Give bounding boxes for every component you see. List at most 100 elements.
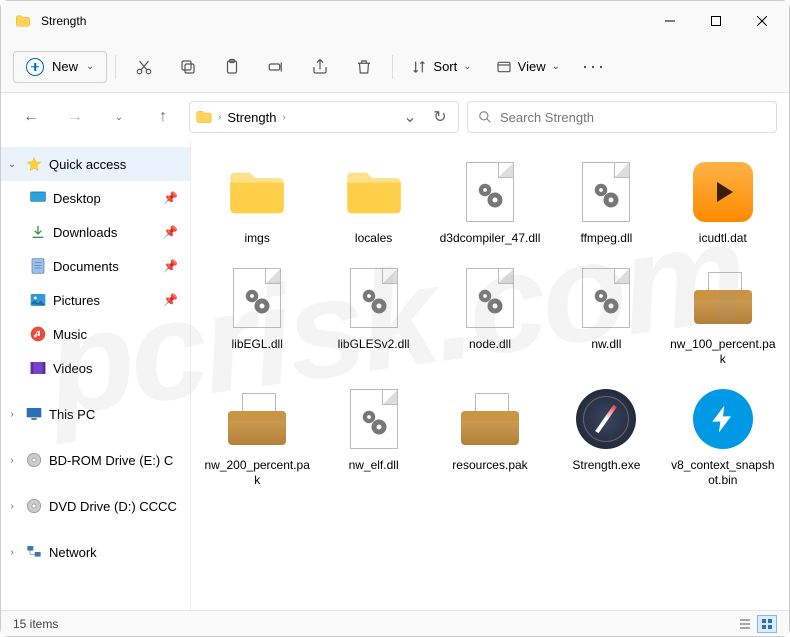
forward-button[interactable]: →	[57, 99, 93, 135]
file-name: locales	[355, 231, 392, 247]
sidebar-desktop[interactable]: Desktop📌	[1, 181, 190, 215]
maximize-button[interactable]	[693, 5, 739, 37]
sidebar-network[interactable]: › Network	[1, 535, 190, 569]
sort-label: Sort	[433, 59, 457, 74]
exe-file-icon	[576, 389, 636, 449]
sidebar-dvd-drive[interactable]: ›DVD Drive (D:) CCCC	[1, 489, 190, 523]
pak-file-icon	[694, 272, 752, 324]
file-item-dll[interactable]: nw_elf.dll	[317, 382, 429, 493]
sidebar-pictures[interactable]: Pictures📌	[1, 283, 190, 317]
address-dropdown[interactable]: ⌄	[398, 99, 422, 135]
sidebar-label: Documents	[53, 259, 157, 274]
disc-icon	[25, 451, 43, 469]
music-icon	[29, 325, 47, 343]
sort-icon	[411, 59, 427, 75]
refresh-button[interactable]: ↻	[428, 99, 452, 135]
pin-icon: 📌	[163, 225, 178, 239]
new-button[interactable]: New ⌄	[13, 51, 107, 83]
view-label: View	[518, 59, 546, 74]
pin-icon: 📌	[163, 259, 178, 273]
chevron-right-icon: ›	[5, 547, 19, 558]
file-item-dll[interactable]: node.dll	[434, 261, 546, 372]
file-item-dll[interactable]: ffmpeg.dll	[550, 155, 662, 251]
file-item-dll[interactable]: nw.dll	[550, 261, 662, 372]
file-name: libEGL.dll	[232, 337, 283, 353]
sidebar-videos[interactable]: Videos	[1, 351, 190, 385]
sidebar-downloads[interactable]: Downloads 📌	[1, 215, 190, 249]
file-name: node.dll	[469, 337, 511, 353]
sidebar-label: Network	[49, 545, 182, 560]
sidebar-documents[interactable]: Documents 📌	[1, 249, 190, 283]
sidebar-bd-drive[interactable]: ›BD-ROM Drive (E:) C	[1, 443, 190, 477]
copy-button[interactable]	[168, 49, 208, 85]
file-name: icudtl.dat	[699, 231, 747, 247]
chevron-right-icon: ›	[283, 112, 286, 123]
file-item-bin[interactable]: v8_context_snapshot.bin	[667, 382, 779, 493]
file-name: nw_100_percent.pak	[669, 337, 777, 368]
folder-icon	[196, 110, 212, 124]
minimize-button[interactable]	[647, 5, 693, 37]
file-item-pak[interactable]: nw_100_percent.pak	[667, 261, 779, 372]
pak-file-icon	[228, 393, 286, 445]
titlebar: Strength	[1, 1, 789, 41]
chevron-down-icon: ⌄	[463, 61, 471, 72]
file-item-dll[interactable]: libGLESv2.dll	[317, 261, 429, 372]
chevron-down-icon: ⌄	[5, 159, 19, 170]
sidebar-music[interactable]: Music	[1, 317, 190, 351]
file-name: resources.pak	[452, 458, 527, 474]
search-icon	[478, 110, 492, 124]
toolbar: New ⌄ Sort ⌄ View ⌄ ···	[1, 41, 789, 93]
back-button[interactable]: ←	[13, 99, 49, 135]
file-name: Strength.exe	[572, 458, 640, 474]
sidebar-label: Downloads	[53, 225, 157, 240]
file-item-dll[interactable]: libEGL.dll	[201, 261, 313, 372]
share-button[interactable]	[300, 49, 340, 85]
search-placeholder: Search Strength	[500, 110, 594, 125]
separator	[392, 55, 393, 79]
sidebar-label: Desktop	[53, 191, 157, 206]
up-button[interactable]: ↑	[145, 99, 181, 135]
plus-icon	[26, 58, 44, 76]
breadcrumb[interactable]: Strength	[227, 110, 276, 125]
file-list: imgs locales d3dcompiler_47.dll ffmpeg.d…	[191, 141, 789, 610]
paste-button[interactable]	[212, 49, 252, 85]
sort-button[interactable]: Sort ⌄	[401, 53, 481, 81]
sidebar-label: Music	[53, 327, 182, 342]
view-button[interactable]: View ⌄	[486, 53, 570, 81]
address-bar[interactable]: › Strength › ⌄ ↻	[189, 101, 459, 133]
dll-file-icon	[233, 268, 281, 328]
cut-button[interactable]	[124, 49, 164, 85]
chevron-right-icon: ›	[5, 501, 19, 512]
pc-icon	[25, 405, 43, 423]
file-item-pak[interactable]: nw_200_percent.pak	[201, 382, 313, 493]
search-box[interactable]: Search Strength	[467, 101, 777, 133]
dll-file-icon	[582, 162, 630, 222]
file-item-dat[interactable]: icudtl.dat	[667, 155, 779, 251]
file-item-folder[interactable]: imgs	[201, 155, 313, 251]
details-view-button[interactable]	[735, 615, 755, 633]
sidebar-label: Pictures	[53, 293, 157, 308]
sidebar-quick-access[interactable]: ⌄ Quick access	[1, 147, 190, 181]
star-icon	[25, 155, 43, 173]
sidebar-this-pc[interactable]: ›This PC	[1, 397, 190, 431]
rename-button[interactable]	[256, 49, 296, 85]
file-item-exe[interactable]: Strength.exe	[550, 382, 662, 493]
icons-view-button[interactable]	[757, 615, 777, 633]
close-button[interactable]	[739, 5, 785, 37]
chevron-down-icon: ⌄	[552, 61, 560, 72]
more-button[interactable]: ···	[574, 49, 614, 85]
chevron-right-icon: ›	[5, 455, 19, 466]
sidebar: ⌄ Quick access Desktop📌 Downloads📌 Docum…	[1, 141, 191, 610]
explorer-window: Strength New ⌄ Sort ⌄ View ⌄	[0, 0, 790, 637]
new-label: New	[52, 59, 78, 74]
file-name: imgs	[245, 231, 270, 247]
desktop-icon	[29, 189, 47, 207]
file-item-pak[interactable]: resources.pak	[434, 382, 546, 493]
file-item-folder[interactable]: locales	[317, 155, 429, 251]
downloads-icon	[29, 223, 47, 241]
sidebar-label: Quick access	[49, 157, 182, 172]
delete-button[interactable]	[344, 49, 384, 85]
recent-button[interactable]: ⌄	[101, 99, 137, 135]
file-name: nw_200_percent.pak	[203, 458, 311, 489]
file-item-dll[interactable]: d3dcompiler_47.dll	[434, 155, 546, 251]
